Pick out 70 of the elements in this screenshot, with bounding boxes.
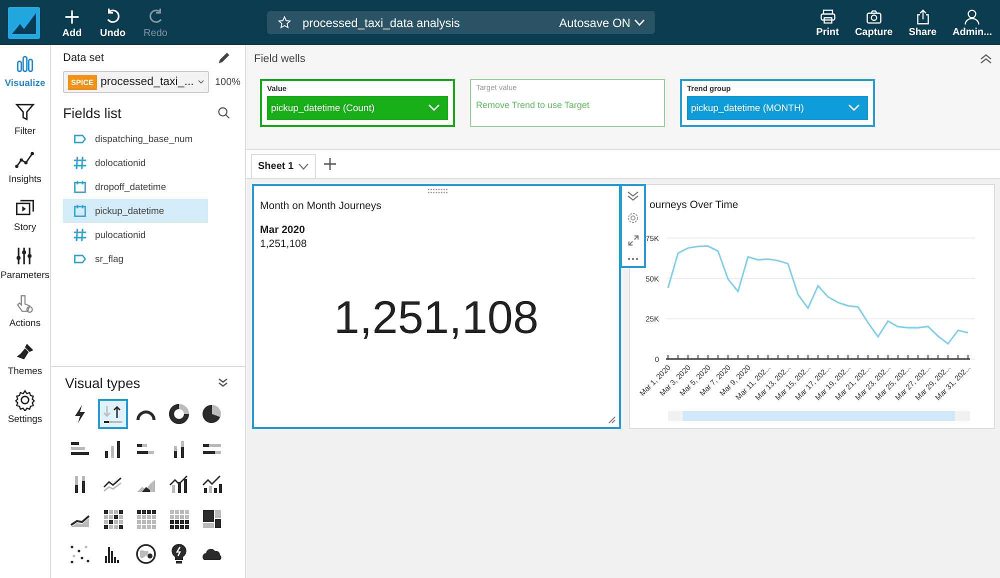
- nav-item[interactable]: Insights: [0, 149, 50, 185]
- well-hint: Remove Trend to use Target: [476, 100, 590, 110]
- chevron-down-icon: [298, 162, 309, 170]
- visual-title: ourneys Over Time: [648, 199, 740, 211]
- scroll-bar[interactable]: [668, 411, 970, 421]
- pointer-gear-icon: [14, 293, 36, 315]
- collapse-icon[interactable]: [217, 377, 229, 389]
- kpi-value: 1,251,108: [334, 290, 539, 344]
- nav-item[interactable]: Visualize: [0, 53, 50, 89]
- panel-title: Data set: [63, 52, 104, 64]
- star-icon[interactable]: [277, 15, 292, 30]
- more-icon[interactable]: [627, 256, 639, 261]
- tag-icon: [73, 252, 87, 266]
- field-item[interactable]: dropoff_datetime: [63, 175, 208, 199]
- printer-icon: [818, 8, 837, 26]
- settings-icon[interactable]: [627, 212, 639, 224]
- panel-title: Fields list: [63, 105, 122, 121]
- chevron-down-icon: [198, 78, 204, 86]
- expand-icon[interactable]: [628, 234, 638, 246]
- kpi-period: Mar 2020: [260, 224, 306, 236]
- hash-icon: [73, 156, 87, 170]
- kpi-period-value: 1,251,108: [260, 238, 308, 250]
- edit-icon[interactable]: [217, 51, 231, 65]
- toolbar-button[interactable]: Admin...: [952, 8, 992, 38]
- kpi-arrows-icon[interactable]: [98, 399, 128, 429]
- toolbar-button[interactable]: Add: [62, 6, 82, 38]
- settings-icon: [14, 389, 36, 411]
- field-item[interactable]: sr_flag: [63, 247, 208, 271]
- add-sheet-icon[interactable]: [324, 158, 336, 170]
- toolbar-button[interactable]: Undo: [100, 6, 126, 38]
- nav-item[interactable]: Parameters: [0, 245, 50, 281]
- logo-icon: [8, 6, 40, 38]
- panel-title: Visual types: [65, 375, 140, 391]
- visual-title: Month on Month Journeys: [260, 200, 382, 212]
- analysis-title[interactable]: processed_taxi_data analysis: [302, 16, 550, 30]
- toolbar-button[interactable]: Capture: [854, 8, 893, 38]
- kpi-card[interactable]: Month on Month Journeys Mar 2020 1,251,108 1,251,108: [252, 184, 621, 429]
- calendar-icon: [73, 180, 87, 194]
- calendar-icon: [73, 204, 87, 218]
- chevron-down-icon: [634, 18, 646, 26]
- camera-icon: [864, 8, 883, 26]
- toolbar-button[interactable]: Share: [908, 8, 937, 38]
- toolbar-button[interactable]: Print: [816, 8, 839, 38]
- search-icon[interactable]: [217, 106, 231, 120]
- user-icon: [963, 8, 982, 26]
- dataset-percent: 100%: [215, 76, 241, 88]
- line-chart-card[interactable]: [628, 184, 995, 429]
- collapse-icon[interactable]: [627, 191, 639, 202]
- nav-item[interactable]: Themes: [0, 341, 50, 377]
- sheet-tab[interactable]: Sheet 1: [251, 154, 316, 178]
- nav-item[interactable]: Filter: [0, 101, 50, 137]
- collapse-icon[interactable]: [980, 54, 992, 64]
- autosave-dropdown[interactable]: Autosave ON: [559, 16, 646, 30]
- nav-item[interactable]: Actions: [0, 293, 50, 329]
- field-item[interactable]: dolocationid: [63, 151, 208, 175]
- chevron-down-icon: [848, 104, 860, 112]
- tag-icon: [73, 132, 87, 146]
- filter-icon: [14, 101, 36, 123]
- field-item[interactable]: dispatching_base_num: [63, 127, 208, 151]
- line-chart-icon: [14, 149, 36, 171]
- resize-handle-icon[interactable]: [608, 416, 616, 424]
- bar-chart-icon: [14, 53, 36, 75]
- nav-item[interactable]: Story: [0, 197, 50, 233]
- nav-item[interactable]: Settings: [0, 389, 50, 425]
- field-item[interactable]: pickup_datetime: [63, 199, 208, 223]
- hash-icon: [73, 228, 87, 242]
- chevron-down-icon: [428, 104, 440, 112]
- field-item[interactable]: pulocationid: [63, 223, 208, 247]
- section-title: Field wells: [254, 53, 306, 65]
- drag-handle-icon[interactable]: [426, 188, 448, 194]
